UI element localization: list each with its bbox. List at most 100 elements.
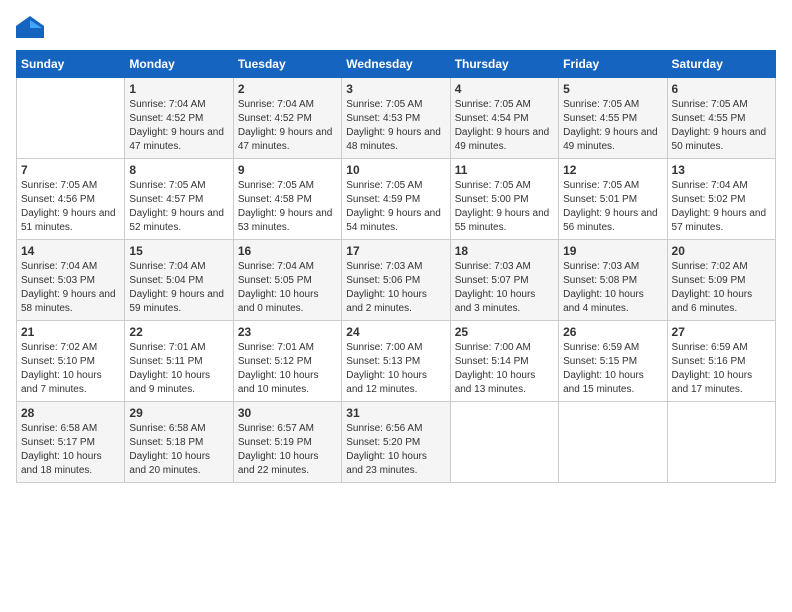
header-sunday: Sunday bbox=[17, 51, 125, 78]
day-info: Sunrise: 6:58 AMSunset: 5:18 PMDaylight:… bbox=[129, 423, 210, 476]
calendar-cell: 9 Sunrise: 7:05 AMSunset: 4:58 PMDayligh… bbox=[233, 159, 341, 240]
day-number: 28 bbox=[21, 406, 120, 420]
day-info: Sunrise: 6:58 AMSunset: 5:17 PMDaylight:… bbox=[21, 423, 102, 476]
calendar-cell: 15 Sunrise: 7:04 AMSunset: 5:04 PMDaylig… bbox=[125, 240, 233, 321]
calendar-week-row: 7 Sunrise: 7:05 AMSunset: 4:56 PMDayligh… bbox=[17, 159, 776, 240]
day-number: 7 bbox=[21, 163, 120, 177]
header bbox=[16, 16, 776, 38]
calendar-cell: 13 Sunrise: 7:04 AMSunset: 5:02 PMDaylig… bbox=[667, 159, 775, 240]
calendar-cell: 21 Sunrise: 7:02 AMSunset: 5:10 PMDaylig… bbox=[17, 321, 125, 402]
day-number: 11 bbox=[455, 163, 554, 177]
calendar-cell: 17 Sunrise: 7:03 AMSunset: 5:06 PMDaylig… bbox=[342, 240, 450, 321]
day-number: 31 bbox=[346, 406, 445, 420]
calendar-cell: 19 Sunrise: 7:03 AMSunset: 5:08 PMDaylig… bbox=[559, 240, 667, 321]
day-number: 16 bbox=[238, 244, 337, 258]
day-number: 18 bbox=[455, 244, 554, 258]
day-number: 24 bbox=[346, 325, 445, 339]
calendar-cell: 12 Sunrise: 7:05 AMSunset: 5:01 PMDaylig… bbox=[559, 159, 667, 240]
calendar-cell: 10 Sunrise: 7:05 AMSunset: 4:59 PMDaylig… bbox=[342, 159, 450, 240]
calendar-cell: 7 Sunrise: 7:05 AMSunset: 4:56 PMDayligh… bbox=[17, 159, 125, 240]
day-number: 14 bbox=[21, 244, 120, 258]
calendar-cell: 6 Sunrise: 7:05 AMSunset: 4:55 PMDayligh… bbox=[667, 78, 775, 159]
day-info: Sunrise: 6:56 AMSunset: 5:20 PMDaylight:… bbox=[346, 423, 427, 476]
day-info: Sunrise: 7:05 AMSunset: 4:55 PMDaylight:… bbox=[672, 99, 767, 152]
day-number: 27 bbox=[672, 325, 771, 339]
day-number: 22 bbox=[129, 325, 228, 339]
day-info: Sunrise: 7:05 AMSunset: 4:53 PMDaylight:… bbox=[346, 99, 441, 152]
day-number: 25 bbox=[455, 325, 554, 339]
calendar-cell bbox=[559, 402, 667, 483]
calendar-cell: 30 Sunrise: 6:57 AMSunset: 5:19 PMDaylig… bbox=[233, 402, 341, 483]
calendar-cell: 22 Sunrise: 7:01 AMSunset: 5:11 PMDaylig… bbox=[125, 321, 233, 402]
calendar-cell: 4 Sunrise: 7:05 AMSunset: 4:54 PMDayligh… bbox=[450, 78, 558, 159]
day-info: Sunrise: 7:00 AMSunset: 5:14 PMDaylight:… bbox=[455, 342, 536, 395]
header-friday: Friday bbox=[559, 51, 667, 78]
day-info: Sunrise: 7:04 AMSunset: 5:03 PMDaylight:… bbox=[21, 261, 116, 314]
day-info: Sunrise: 6:59 AMSunset: 5:15 PMDaylight:… bbox=[563, 342, 644, 395]
calendar-cell bbox=[667, 402, 775, 483]
day-number: 8 bbox=[129, 163, 228, 177]
calendar-cell bbox=[17, 78, 125, 159]
day-info: Sunrise: 7:05 AMSunset: 4:55 PMDaylight:… bbox=[563, 99, 658, 152]
day-number: 19 bbox=[563, 244, 662, 258]
day-number: 30 bbox=[238, 406, 337, 420]
day-number: 3 bbox=[346, 82, 445, 96]
calendar-cell: 31 Sunrise: 6:56 AMSunset: 5:20 PMDaylig… bbox=[342, 402, 450, 483]
calendar-cell: 5 Sunrise: 7:05 AMSunset: 4:55 PMDayligh… bbox=[559, 78, 667, 159]
day-number: 17 bbox=[346, 244, 445, 258]
day-info: Sunrise: 7:05 AMSunset: 4:58 PMDaylight:… bbox=[238, 180, 333, 233]
calendar-cell: 24 Sunrise: 7:00 AMSunset: 5:13 PMDaylig… bbox=[342, 321, 450, 402]
calendar-week-row: 28 Sunrise: 6:58 AMSunset: 5:17 PMDaylig… bbox=[17, 402, 776, 483]
calendar-cell: 2 Sunrise: 7:04 AMSunset: 4:52 PMDayligh… bbox=[233, 78, 341, 159]
calendar-cell: 26 Sunrise: 6:59 AMSunset: 5:15 PMDaylig… bbox=[559, 321, 667, 402]
header-wednesday: Wednesday bbox=[342, 51, 450, 78]
header-thursday: Thursday bbox=[450, 51, 558, 78]
header-saturday: Saturday bbox=[667, 51, 775, 78]
day-info: Sunrise: 7:03 AMSunset: 5:07 PMDaylight:… bbox=[455, 261, 536, 314]
day-number: 29 bbox=[129, 406, 228, 420]
day-info: Sunrise: 7:01 AMSunset: 5:12 PMDaylight:… bbox=[238, 342, 319, 395]
day-info: Sunrise: 7:02 AMSunset: 5:10 PMDaylight:… bbox=[21, 342, 102, 395]
header-tuesday: Tuesday bbox=[233, 51, 341, 78]
day-info: Sunrise: 7:01 AMSunset: 5:11 PMDaylight:… bbox=[129, 342, 210, 395]
day-number: 1 bbox=[129, 82, 228, 96]
day-info: Sunrise: 7:04 AMSunset: 5:04 PMDaylight:… bbox=[129, 261, 224, 314]
day-info: Sunrise: 7:05 AMSunset: 4:54 PMDaylight:… bbox=[455, 99, 550, 152]
logo bbox=[16, 16, 48, 38]
day-info: Sunrise: 7:05 AMSunset: 4:59 PMDaylight:… bbox=[346, 180, 441, 233]
header-monday: Monday bbox=[125, 51, 233, 78]
day-number: 23 bbox=[238, 325, 337, 339]
day-number: 6 bbox=[672, 82, 771, 96]
calendar-cell: 3 Sunrise: 7:05 AMSunset: 4:53 PMDayligh… bbox=[342, 78, 450, 159]
day-number: 26 bbox=[563, 325, 662, 339]
calendar-cell: 20 Sunrise: 7:02 AMSunset: 5:09 PMDaylig… bbox=[667, 240, 775, 321]
day-number: 21 bbox=[21, 325, 120, 339]
day-number: 5 bbox=[563, 82, 662, 96]
day-number: 12 bbox=[563, 163, 662, 177]
calendar-cell: 11 Sunrise: 7:05 AMSunset: 5:00 PMDaylig… bbox=[450, 159, 558, 240]
calendar-week-row: 21 Sunrise: 7:02 AMSunset: 5:10 PMDaylig… bbox=[17, 321, 776, 402]
day-number: 4 bbox=[455, 82, 554, 96]
day-number: 10 bbox=[346, 163, 445, 177]
calendar-table: Sunday Monday Tuesday Wednesday Thursday… bbox=[16, 50, 776, 483]
calendar-cell: 23 Sunrise: 7:01 AMSunset: 5:12 PMDaylig… bbox=[233, 321, 341, 402]
day-number: 2 bbox=[238, 82, 337, 96]
day-info: Sunrise: 7:00 AMSunset: 5:13 PMDaylight:… bbox=[346, 342, 427, 395]
day-info: Sunrise: 7:04 AMSunset: 5:05 PMDaylight:… bbox=[238, 261, 319, 314]
calendar-cell: 27 Sunrise: 6:59 AMSunset: 5:16 PMDaylig… bbox=[667, 321, 775, 402]
day-info: Sunrise: 7:04 AMSunset: 5:02 PMDaylight:… bbox=[672, 180, 767, 233]
day-info: Sunrise: 7:05 AMSunset: 5:01 PMDaylight:… bbox=[563, 180, 658, 233]
day-info: Sunrise: 7:04 AMSunset: 4:52 PMDaylight:… bbox=[238, 99, 333, 152]
day-info: Sunrise: 7:05 AMSunset: 4:57 PMDaylight:… bbox=[129, 180, 224, 233]
day-info: Sunrise: 6:59 AMSunset: 5:16 PMDaylight:… bbox=[672, 342, 753, 395]
calendar-cell: 16 Sunrise: 7:04 AMSunset: 5:05 PMDaylig… bbox=[233, 240, 341, 321]
day-number: 20 bbox=[672, 244, 771, 258]
logo-icon bbox=[16, 16, 44, 38]
calendar-cell: 18 Sunrise: 7:03 AMSunset: 5:07 PMDaylig… bbox=[450, 240, 558, 321]
day-info: Sunrise: 7:03 AMSunset: 5:08 PMDaylight:… bbox=[563, 261, 644, 314]
day-info: Sunrise: 7:04 AMSunset: 4:52 PMDaylight:… bbox=[129, 99, 224, 152]
weekday-header-row: Sunday Monday Tuesday Wednesday Thursday… bbox=[17, 51, 776, 78]
calendar-cell: 28 Sunrise: 6:58 AMSunset: 5:17 PMDaylig… bbox=[17, 402, 125, 483]
calendar-week-row: 14 Sunrise: 7:04 AMSunset: 5:03 PMDaylig… bbox=[17, 240, 776, 321]
calendar-cell: 29 Sunrise: 6:58 AMSunset: 5:18 PMDaylig… bbox=[125, 402, 233, 483]
